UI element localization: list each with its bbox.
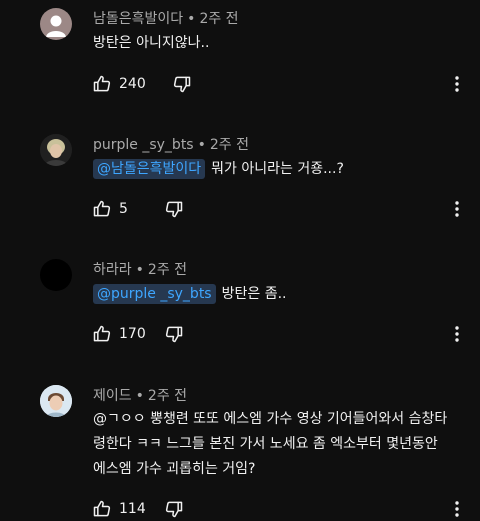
separator: • — [135, 388, 144, 404]
comment-time[interactable]: 2주 전 — [148, 262, 187, 278]
author-name[interactable]: 하라라 — [93, 262, 132, 278]
like-count: 240 — [119, 76, 146, 92]
comment-time[interactable]: 2주 전 — [210, 137, 249, 153]
comment-body: 뭐가 아니라는 거죵...? — [211, 161, 344, 177]
comment-text: @남돌은흑발이다 뭐가 아니라는 거죵...? — [93, 157, 453, 182]
comment-time[interactable]: 2주 전 — [148, 388, 187, 404]
comment-actions: 240 — [90, 72, 194, 96]
more-options-icon[interactable] — [450, 74, 464, 94]
separator: • — [197, 137, 206, 153]
author-name[interactable]: 남돌은흑발이다 — [93, 11, 183, 27]
dislike-thumb-down-icon[interactable] — [162, 322, 186, 346]
more-options-icon[interactable] — [450, 324, 464, 344]
separator: • — [187, 11, 196, 27]
black-avatar[interactable] — [40, 259, 72, 291]
like-thumb-up-icon[interactable] — [90, 72, 114, 96]
like-count: 5 — [119, 201, 128, 217]
dislike-thumb-down-icon[interactable] — [170, 72, 194, 96]
mention-link[interactable]: @남돌은흑발이다 — [93, 159, 206, 179]
comment-time[interactable]: 2주 전 — [199, 11, 238, 27]
like-thumb-up-icon[interactable] — [90, 497, 114, 521]
profile-photo-avatar[interactable] — [40, 385, 72, 417]
more-options-icon[interactable] — [450, 499, 464, 519]
comment-actions: 170 — [90, 322, 186, 346]
like-count: 170 — [119, 326, 146, 342]
comment-text: @ㄱㅇㅇ 뿡챙련 또또 에스엠 가수 영상 기어들어와서 슴창타령한다 ㅋㅋ 느… — [93, 407, 453, 482]
comment-body: @ㄱㅇㅇ 뿡챙련 또또 에스엠 가수 영상 기어들어와서 슴창타령한다 ㅋㅋ 느… — [93, 411, 448, 477]
default-avatar-icon[interactable] — [40, 8, 72, 40]
mention-link[interactable]: @purple _sy_bts — [93, 284, 216, 304]
comment-header: 남돌은흑발이다 • 2주 전 — [93, 8, 239, 28]
like-count: 114 — [119, 501, 146, 517]
more-options-icon[interactable] — [450, 199, 464, 219]
profile-photo-avatar[interactable] — [40, 134, 72, 166]
comment-body: 방탄은 좀.. — [221, 286, 287, 302]
comment-actions: 5 — [90, 197, 186, 221]
comment-header: purple _sy_bts • 2주 전 — [93, 134, 249, 154]
author-name[interactable]: 제이드 — [93, 388, 132, 404]
like-thumb-up-icon[interactable] — [90, 197, 114, 221]
comment-header: 하라라 • 2주 전 — [93, 259, 187, 279]
comment-text: @purple _sy_bts 방탄은 좀.. — [93, 282, 453, 307]
dislike-thumb-down-icon[interactable] — [162, 197, 186, 221]
comment-actions: 114 — [90, 497, 186, 521]
like-thumb-up-icon[interactable] — [90, 322, 114, 346]
dislike-thumb-down-icon[interactable] — [162, 497, 186, 521]
comment-body: 방탄은 아니지않나.. — [93, 35, 210, 51]
comment-header: 제이드 • 2주 전 — [93, 385, 187, 405]
author-name[interactable]: purple _sy_bts — [93, 137, 194, 153]
comment-text: 방탄은 아니지않나.. — [93, 31, 453, 56]
separator: • — [135, 262, 144, 278]
